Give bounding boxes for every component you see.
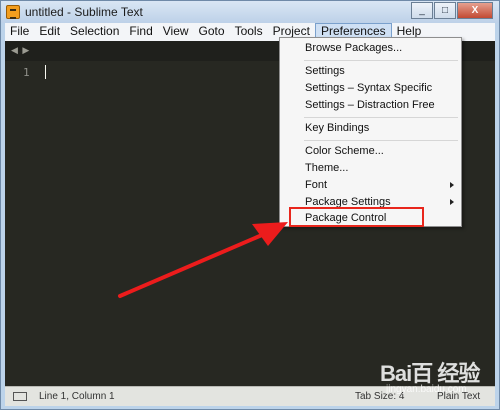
menu-separator [304, 140, 458, 141]
menu-selection[interactable]: Selection [65, 23, 124, 41]
window-controls: _ □ X [410, 2, 493, 19]
baidu-jingyan-watermark: Bai百 经验 jingyan.baidu.com [380, 356, 498, 402]
menu-item-theme[interactable]: Theme... [281, 160, 460, 177]
menu-item-label: Settings – Distraction Free [305, 99, 435, 111]
maximize-button[interactable]: □ [434, 2, 456, 19]
minimize-button[interactable]: _ [411, 2, 433, 19]
tab-scroll-arrows-icon[interactable]: ◀ ▶ [11, 45, 30, 56]
line-number: 1 [23, 66, 30, 79]
menu-item-browse-packages[interactable]: Browse Packages... [281, 40, 460, 57]
preferences-dropdown-menu: Browse Packages... Settings Settings – S… [279, 37, 462, 227]
close-button[interactable]: X [457, 2, 493, 19]
menu-item-label: Font [305, 179, 328, 191]
menu-item-label: Browse Packages... [305, 42, 403, 54]
submenu-arrow-icon [450, 199, 454, 205]
menu-item-settings[interactable]: Settings [281, 63, 460, 80]
menu-view[interactable]: View [158, 23, 194, 41]
menu-file[interactable]: File [5, 23, 34, 41]
menu-item-label: Color Scheme... [305, 145, 384, 157]
panel-toggle-icon[interactable] [13, 392, 27, 401]
menu-item-settings-distraction-free[interactable]: Settings – Distraction Free [281, 97, 460, 114]
title-bar: untitled - Sublime Text _ □ X [1, 1, 499, 23]
sublime-app-icon [6, 5, 20, 19]
menu-item-settings-syntax-specific[interactable]: Settings – Syntax Specific [281, 80, 460, 97]
menu-find[interactable]: Find [124, 23, 157, 41]
annotation-highlight-box [289, 207, 424, 227]
menu-edit[interactable]: Edit [34, 23, 65, 41]
menu-separator [304, 60, 458, 61]
menu-item-key-bindings[interactable]: Key Bindings [281, 120, 460, 137]
menu-item-label: Settings – Syntax Specific [305, 82, 433, 94]
menu-separator [304, 117, 458, 118]
window-title: untitled - Sublime Text [25, 5, 143, 19]
submenu-arrow-icon [450, 182, 454, 188]
menu-item-label: Settings [305, 65, 345, 77]
cursor-position: Line 1, Column 1 [39, 391, 115, 402]
text-caret [45, 65, 46, 79]
menu-item-color-scheme[interactable]: Color Scheme... [281, 143, 460, 160]
menu-item-label: Key Bindings [305, 122, 370, 134]
menu-goto[interactable]: Goto [194, 23, 230, 41]
menu-item-label: Theme... [305, 162, 349, 174]
menu-item-font[interactable]: Font [281, 177, 460, 194]
watermark-url: jingyan.baidu.com [386, 384, 467, 395]
menu-tools[interactable]: Tools [230, 23, 268, 41]
